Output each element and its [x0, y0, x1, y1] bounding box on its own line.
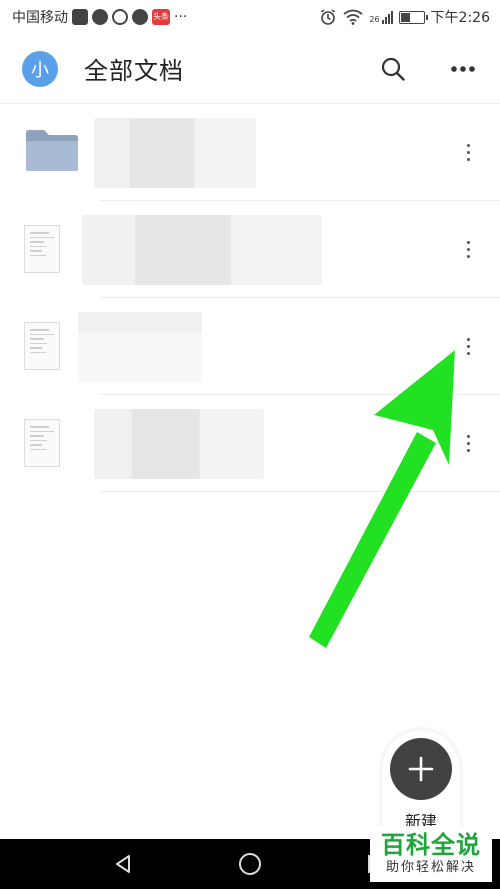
- item-more-button[interactable]: [456, 137, 480, 167]
- blurred-file-name: [94, 118, 256, 188]
- back-icon[interactable]: [112, 853, 134, 875]
- overflow-menu-button[interactable]: [448, 54, 478, 84]
- page-title: 全部文档: [84, 57, 184, 85]
- network-type: 26: [369, 14, 380, 24]
- watermark-title: 百科全说: [381, 831, 481, 859]
- new-document-fab-container: 新建: [382, 730, 460, 840]
- list-item-folder[interactable]: [26, 104, 500, 201]
- carrier-label: 中国移动: [12, 10, 68, 26]
- app-icon: [132, 9, 148, 25]
- item-more-button[interactable]: [456, 331, 480, 361]
- home-icon[interactable]: [238, 852, 262, 876]
- more-horizontal-icon: [451, 65, 475, 72]
- wifi-icon: [343, 9, 363, 25]
- list-item-document[interactable]: [24, 395, 500, 492]
- blurred-file-name: [82, 215, 322, 285]
- more-notifications: ···: [174, 9, 188, 25]
- item-more-button[interactable]: [456, 234, 480, 264]
- watermark-subtitle: 助你轻松解决: [385, 860, 476, 875]
- watermark-logo: 百科全说 助你轻松解决: [370, 826, 492, 882]
- list-item-document[interactable]: [24, 201, 500, 298]
- document-icon: [24, 419, 60, 467]
- folder-icon: [24, 127, 80, 177]
- item-more-button[interactable]: [456, 428, 480, 458]
- plus-icon: [408, 756, 434, 782]
- news-badge-icon: 头条: [152, 9, 170, 25]
- status-time: 下午2:26: [430, 10, 490, 26]
- blurred-file-name: [94, 409, 264, 479]
- document-list: [0, 104, 500, 492]
- chat-icon: [112, 9, 128, 25]
- document-icon: [24, 225, 60, 273]
- app-header: 小 全部文档: [0, 34, 500, 104]
- status-bar: 中国移动 头条 ··· 26 下午2:26: [0, 0, 500, 34]
- blurred-file-name: [78, 312, 202, 382]
- tiktok-icon: [92, 9, 108, 25]
- battery-icon: [398, 10, 428, 24]
- signal-icon: 26: [369, 10, 393, 24]
- list-item-document[interactable]: [24, 298, 500, 395]
- alarm-icon: [321, 9, 336, 25]
- new-document-button[interactable]: [390, 738, 452, 800]
- avatar[interactable]: 小: [22, 50, 58, 87]
- search-button[interactable]: [378, 54, 408, 84]
- search-icon: [381, 57, 405, 81]
- activity-icon: [72, 9, 88, 25]
- document-icon: [24, 322, 60, 370]
